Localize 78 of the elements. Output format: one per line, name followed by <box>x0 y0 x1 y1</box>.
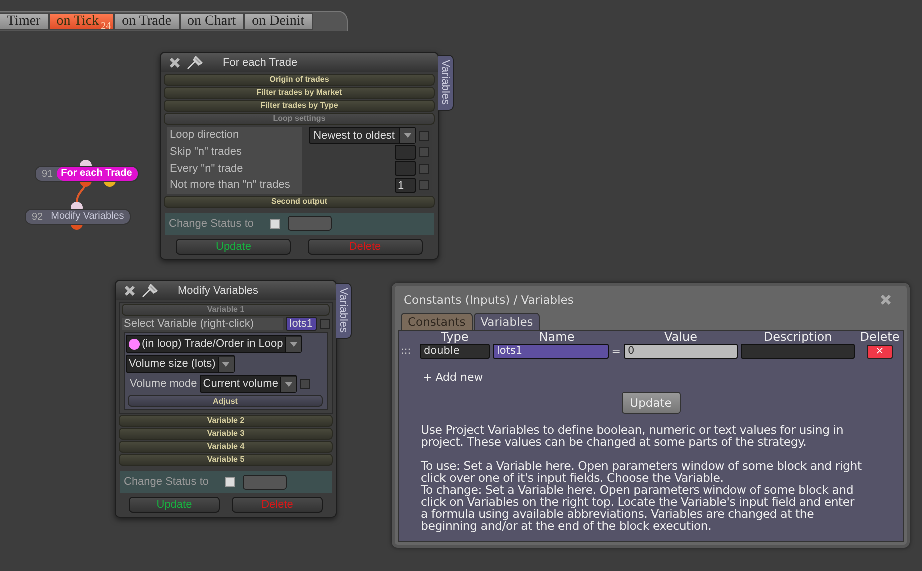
checkbox[interactable] <box>419 164 429 174</box>
variable-chip[interactable]: lots1 <box>286 316 317 330</box>
action-button[interactable]: Update <box>176 238 292 254</box>
flow-node[interactable]: 92 Modify Variables <box>25 209 132 225</box>
help-text: Use Project Variables to define boolean, numeric or text values for using in project. These values can be changed at some parts of the strategy. <box>421 424 845 448</box>
close-icon[interactable] <box>124 284 136 296</box>
window-title: For each Trade <box>223 56 298 68</box>
checkbox[interactable] <box>419 180 429 190</box>
dialog-title: Constants (Inputs) / Variables <box>404 292 574 306</box>
close-icon[interactable] <box>169 56 181 68</box>
section-header[interactable]: Variable 5 <box>119 454 333 466</box>
checkbox[interactable] <box>419 147 429 158</box>
dialog-tab[interactable]: Variables <box>474 313 540 330</box>
status-field[interactable] <box>243 474 288 490</box>
caret-icon <box>222 362 230 366</box>
section-header[interactable]: Second output <box>164 196 435 208</box>
number-field[interactable]: 1 <box>395 178 416 193</box>
event-tab[interactable]: Timer <box>0 13 49 30</box>
param-label: Loop direction <box>167 127 302 144</box>
section-header[interactable]: Origin of trades <box>164 74 435 86</box>
drag-handle[interactable]: ::: <box>399 346 417 357</box>
variables-tab[interactable]: Variables <box>336 283 352 339</box>
section-header[interactable]: Filter trades by Market <box>164 87 435 99</box>
caret-icon <box>404 133 412 138</box>
node-label: Modify Variables <box>50 210 126 224</box>
delete-button[interactable]: × <box>867 344 893 358</box>
window-title: Modify Variables <box>178 284 258 296</box>
param-label: Every "n" trade <box>167 160 302 177</box>
event-tab[interactable]: on Chart <box>180 13 244 30</box>
help-text: To use: Set a Variable here. Open parameters window of some block and right click over one of it's input fields. Choose the Variable. <box>421 460 863 484</box>
type-field[interactable]: double <box>420 344 490 359</box>
event-tab[interactable]: on Deinit <box>244 13 313 30</box>
column-header: Value <box>664 331 698 344</box>
direction-dropdown[interactable]: Newest to oldest <box>308 127 416 144</box>
checkbox[interactable] <box>300 379 310 389</box>
section-header[interactable]: Filter trades by Type <box>164 100 435 112</box>
variables-tab[interactable]: Variables <box>438 55 454 111</box>
status-checkbox[interactable] <box>270 218 280 228</box>
event-tab[interactable]: on Tick$_{24}$ <box>48 13 114 30</box>
mode-label: Volume mode <box>130 378 198 390</box>
status-label: Change Status to <box>169 218 254 230</box>
value-field[interactable]: 0 <box>624 344 738 359</box>
caret-icon <box>290 342 298 346</box>
number-field[interactable] <box>395 144 416 160</box>
checkbox[interactable] <box>320 318 330 328</box>
equals-sign: = <box>612 345 621 358</box>
param-label: Not more than "n" trades <box>167 177 302 194</box>
source-dropdown[interactable]: (in loop) Trade/Order in Loop <box>126 335 302 353</box>
status-field[interactable] <box>288 216 332 231</box>
caret-icon <box>284 382 293 386</box>
adjust-button[interactable]: Adjust <box>128 395 323 407</box>
number-field[interactable] <box>395 161 416 176</box>
name-field[interactable]: lots1 <box>493 344 609 359</box>
param-label: Skip "n" trades <box>167 144 302 160</box>
mode-dropdown[interactable]: Current volume <box>200 375 298 393</box>
checkbox[interactable] <box>419 130 429 140</box>
event-tab[interactable]: on Trade <box>114 13 180 30</box>
node-number: 91 <box>41 168 54 180</box>
property-dropdown[interactable]: Volume size (lots) <box>126 355 235 373</box>
node-label: For each Trade <box>57 167 138 181</box>
description-field[interactable] <box>741 344 855 359</box>
section-header[interactable]: Variable 4 <box>119 441 333 453</box>
action-button[interactable]: Update <box>129 497 220 513</box>
column-header: Type <box>440 331 470 344</box>
column-header: Delete <box>859 331 901 344</box>
column-header: Name <box>538 331 576 344</box>
source-dot <box>129 338 140 350</box>
node-number: 92 <box>31 212 44 222</box>
select-label: Select Variable (right-click) <box>122 318 283 330</box>
add-new-link[interactable]: + Add new <box>423 371 484 384</box>
flow-node[interactable]: 91 For each Trade <box>35 166 140 182</box>
update-button[interactable]: Update <box>622 392 680 414</box>
status-label: Change Status to <box>124 476 210 488</box>
help-text: To change: Set a Variable here. Open parameters window of some block and click on Variables on the right top. Locate the Variable's input field and enter a formula using available abbreviations. Variables are changed at the beginning and/or at the end of the block execution. <box>421 484 856 532</box>
column-header: Description <box>762 331 834 344</box>
section-header[interactable]: Variable 3 <box>119 428 333 440</box>
section-header[interactable]: Variable 2 <box>119 415 333 427</box>
status-checkbox[interactable] <box>225 477 236 487</box>
